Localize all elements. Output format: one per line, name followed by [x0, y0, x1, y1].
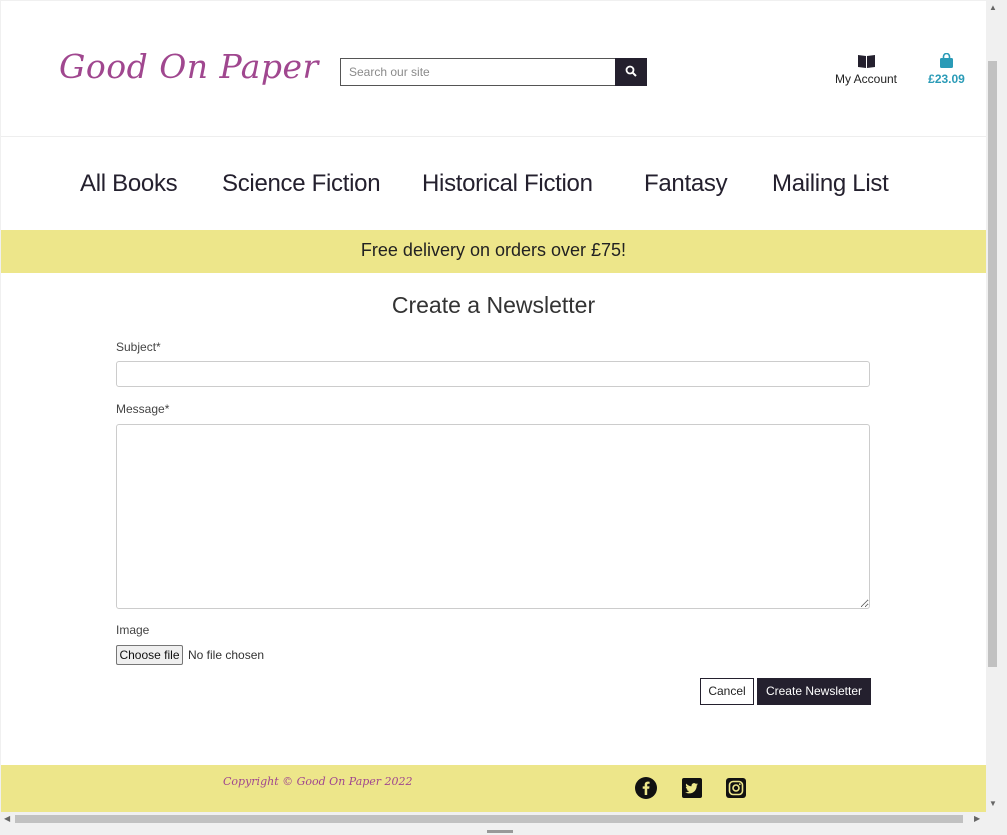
nav-historical-fiction[interactable]: Historical Fiction	[422, 170, 593, 198]
site-header: Good On Paper My Account £23.09	[1, 1, 986, 137]
search-icon	[625, 65, 637, 77]
subject-label: Subject*	[116, 340, 161, 354]
horizontal-scrollbar[interactable]: ◀ ▶	[1, 812, 986, 826]
scroll-down-icon[interactable]: ▼	[989, 799, 997, 808]
search-form	[340, 58, 647, 86]
horizontal-scroll-thumb[interactable]	[15, 815, 963, 823]
message-textarea[interactable]	[116, 424, 870, 609]
nav-fantasy[interactable]: Fantasy	[644, 170, 728, 198]
book-icon	[857, 55, 875, 68]
create-newsletter-button[interactable]: Create Newsletter	[757, 678, 871, 705]
my-account-link[interactable]: My Account	[831, 53, 901, 86]
my-account-label: My Account	[834, 72, 898, 86]
resize-grip[interactable]	[487, 830, 513, 833]
subject-input[interactable]	[116, 361, 870, 387]
twitter-icon[interactable]	[681, 777, 703, 799]
cancel-button[interactable]: Cancel	[700, 678, 754, 705]
search-input[interactable]	[340, 58, 623, 86]
scroll-left-icon[interactable]: ◀	[4, 814, 10, 823]
site-footer: Copyright © Good On Paper 2022	[1, 765, 986, 813]
shopping-bag-icon	[940, 53, 953, 68]
shopping-bag-link[interactable]: £23.09	[919, 53, 974, 86]
image-label: Image	[116, 623, 150, 637]
scroll-up-icon[interactable]: ▲	[989, 3, 997, 12]
vertical-scrollbar[interactable]: ▲ ▼	[986, 1, 1000, 813]
scroll-right-icon[interactable]: ▶	[974, 814, 980, 823]
vertical-scroll-thumb[interactable]	[988, 61, 997, 667]
instagram-icon[interactable]	[725, 777, 747, 799]
choose-file-button[interactable]: Choose file	[116, 645, 183, 665]
delivery-banner: Free delivery on orders over £75!	[1, 230, 986, 273]
page-title: Create a Newsletter	[391, 292, 596, 318]
nav-mailing-list[interactable]: Mailing List	[772, 170, 889, 198]
site-logo[interactable]: Good On Paper	[59, 47, 319, 86]
search-button[interactable]	[615, 58, 647, 86]
nav-science-fiction[interactable]: Science Fiction	[222, 170, 381, 198]
message-label: Message*	[116, 402, 170, 416]
copyright-text: Copyright © Good On Paper 2022	[223, 775, 413, 788]
file-status: No file chosen	[188, 648, 265, 662]
bag-total: £23.09	[928, 72, 965, 86]
nav-all-books[interactable]: All Books	[80, 170, 178, 198]
main-nav: All Books Science Fiction Historical Fic…	[1, 137, 986, 230]
page: Good On Paper My Account £23.09	[1, 1, 986, 813]
facebook-icon[interactable]	[635, 777, 657, 799]
